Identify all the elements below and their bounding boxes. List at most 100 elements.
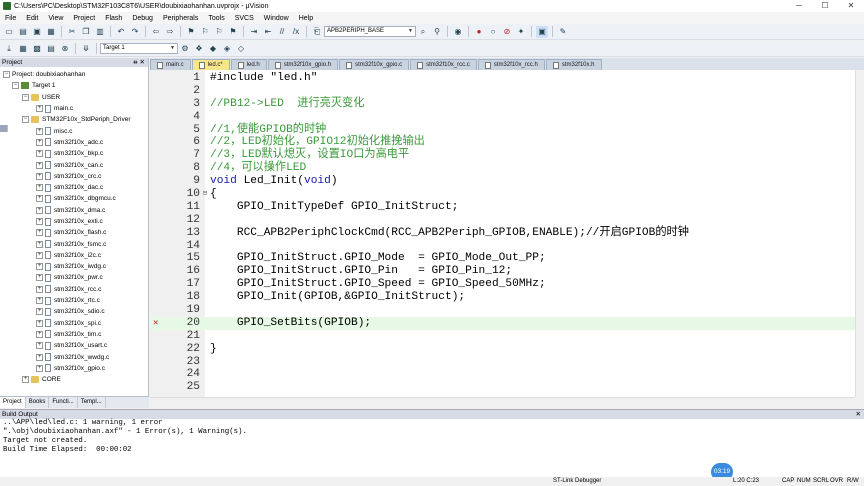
tree-item[interactable]: + CORE [0,374,148,385]
menu-project[interactable]: Project [68,15,100,22]
expand-icon[interactable]: + [36,263,43,271]
expand-icon[interactable]: + [36,229,43,237]
editor-tab[interactable]: stm32f10x_gpio.c [339,59,410,70]
tree-item[interactable]: + stm32f10x_spi.c [0,318,148,329]
tree-item[interactable]: − STM32F10x_StdPeriph_Driver [0,114,148,125]
editor-vertical-scrollbar[interactable] [855,70,864,397]
expand-icon[interactable]: + [36,150,43,158]
tree-item[interactable]: − USER [0,92,148,103]
manage-packs-icon[interactable]: ◆ [207,43,219,55]
menu-view[interactable]: View [43,15,68,22]
editor-tab[interactable]: stm32f10x.h [545,59,602,70]
translate-icon[interactable]: ⤓ [3,43,15,55]
run-time-environment-icon[interactable]: ◈ [221,43,233,55]
code-line[interactable]: 18 GPIO_Init(GPIOB,&GPIO_InitStruct); [150,291,855,304]
code-line[interactable]: 2 [150,85,855,98]
code-editor[interactable]: 1 #include "led.h" 2 3 //PB12->LED 进行亮灭变化 4 5 /… [150,70,855,397]
tab-templates[interactable]: Templ... [78,397,106,408]
code-line[interactable]: 9 void Led_Init(void) [150,175,855,188]
menu-help[interactable]: Help [294,15,318,22]
menu-debug[interactable]: Debug [127,15,158,22]
tree-item[interactable]: − Project: doubixiaohanhan [0,69,148,132]
panel-close-icon[interactable]: ✕ [856,410,864,419]
tab-functions[interactable]: Functi... [49,397,78,408]
breakpoint-insert-icon[interactable]: ● [473,26,485,38]
collapse-icon[interactable]: − [12,82,19,90]
code-line[interactable]: 1 #include "led.h" [150,72,855,85]
code-line[interactable]: 3 //PB12->LED 进行亮灭变化 [150,98,855,111]
tree-item[interactable]: + main.c [0,103,148,114]
expand-icon[interactable]: + [22,376,29,384]
collapse-icon[interactable]: − [3,71,10,79]
tree-item[interactable]: + stm32f10x_rtc.c [0,295,148,306]
expand-icon[interactable]: + [36,218,43,225]
expand-icon[interactable]: + [36,285,43,293]
editor-tab[interactable]: stm32f10x_rcc.h [477,59,545,70]
paste-icon[interactable]: ▥ [94,26,106,38]
code-line[interactable]: 24 [150,368,855,381]
expand-icon[interactable]: + [36,184,43,192]
expand-icon[interactable]: + [36,353,43,361]
tree-item[interactable]: + stm32f10x_wwdg.c [0,351,148,362]
navigate-forward-icon[interactable]: ⇨ [164,26,176,38]
expand-icon[interactable]: + [36,297,43,305]
editor-tab[interactable]: stm32f10x_rcc.c [410,59,477,70]
code-line[interactable]: 10 ⊟{ [150,188,855,201]
find-in-files-icon[interactable]: ⎗ [311,26,323,38]
expand-icon[interactable]: + [36,138,43,146]
tree-item[interactable]: + stm32f10x_gpio.c [0,363,148,374]
bookmark-clear-icon[interactable]: ⚑ [227,26,239,38]
expand-icon[interactable]: + [36,319,43,327]
cut-icon[interactable]: ✂ [66,26,78,38]
tree-item[interactable]: + stm32f10x_exti.c [0,216,148,227]
target-select[interactable]: Target 1 ▼ [100,43,178,54]
tree-item[interactable]: + stm32f10x_pwr.c [0,272,148,283]
breakpoint-enable-icon[interactable]: ○ [487,26,499,38]
expand-icon[interactable]: + [36,251,43,259]
file-extensions-icon[interactable]: ❖ [193,43,205,55]
code-line[interactable]: 19 [150,304,855,317]
open-folder-icon[interactable]: ▤ [17,26,29,38]
tab-books[interactable]: Books [26,397,50,408]
code-line[interactable]: 21 [150,330,855,343]
undo-icon[interactable]: ↶ [115,26,127,38]
tab-project[interactable]: Project [0,397,26,408]
tree-item[interactable]: + stm32f10x_crc.c [0,171,148,182]
tree-item[interactable]: + stm32f10x_iwdg.c [0,261,148,272]
maximize-button[interactable]: ☐ [812,0,838,12]
indent-icon[interactable]: ⇥ [248,26,260,38]
menu-flash[interactable]: Flash [100,15,127,22]
breakpoint-disable-icon[interactable]: ⊘ [501,26,513,38]
code-line[interactable]: 6 //2，LED初始化，GPIO12初始化推挽输出 [150,136,855,149]
expand-icon[interactable]: + [36,240,43,248]
function-combo[interactable]: APB2PERIPH_BASE ▼ [324,26,416,37]
code-line[interactable]: 5 //1,使能GPIOB的时钟 [150,124,855,137]
expand-icon[interactable]: + [36,161,43,169]
menu-window[interactable]: Window [259,15,294,22]
expand-icon[interactable]: + [36,274,43,282]
tree-item[interactable]: + stm32f10x_can.c [0,159,148,170]
code-line[interactable]: 14 [150,240,855,253]
uncomment-icon[interactable]: /x [290,26,302,38]
code-line[interactable]: 7 //3，LED默认熄灭，设置IO口为高电平 [150,149,855,162]
save-all-icon[interactable]: ▦ [45,26,57,38]
new-file-icon[interactable]: ▭ [3,26,15,38]
tree-item[interactable]: + stm32f10x_usart.c [0,340,148,351]
tree-item[interactable]: + stm32f10x_i2c.c [0,250,148,261]
code-line[interactable]: 23 [150,356,855,369]
debug-session-icon[interactable]: ◉ [452,26,464,38]
expand-icon[interactable]: + [36,172,43,180]
code-line[interactable]: ✕ 20 GPIO_SetBits(GPIOB); [150,316,855,330]
comment-icon[interactable]: // [276,26,288,38]
batch-build-icon[interactable]: ▤ [45,43,57,55]
expand-icon[interactable]: + [36,330,43,338]
tree-item[interactable]: + stm32f10x_adc.c [0,137,148,148]
expand-icon[interactable]: + [36,206,43,214]
copy-icon[interactable]: ❐ [80,26,92,38]
code-line[interactable]: 16 GPIO_InitStruct.GPIO_Pin = GPIO_Pin_1… [150,265,855,278]
tree-item[interactable]: + stm32f10x_rcc.c [0,284,148,295]
expand-icon[interactable]: + [36,308,43,316]
menu-peripherals[interactable]: Peripherals [158,15,203,22]
tree-item[interactable]: + misc.c [0,125,148,136]
target-options-icon[interactable]: ⚙ [179,43,191,55]
